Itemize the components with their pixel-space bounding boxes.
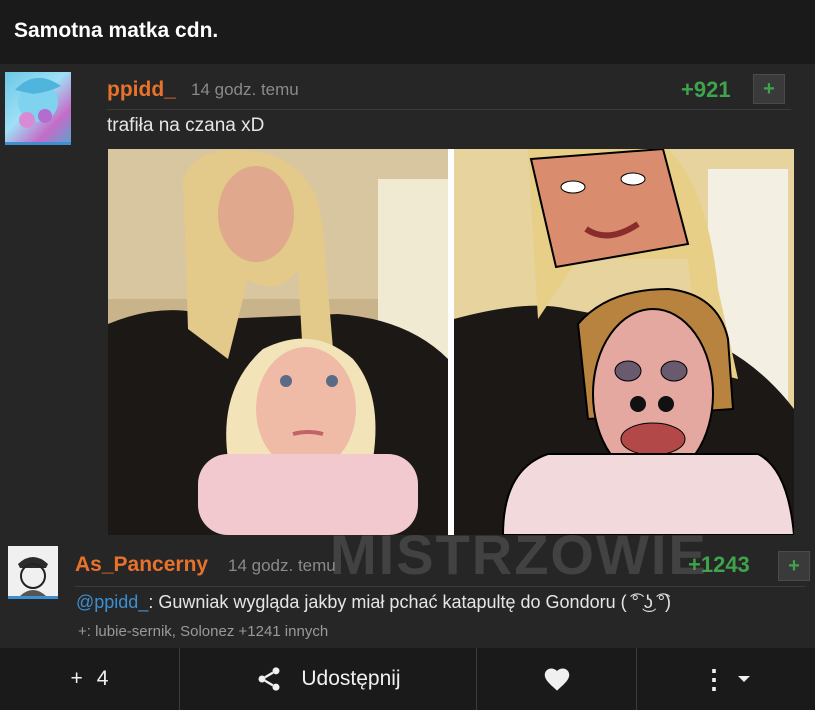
share-icon <box>258 667 280 691</box>
divider <box>107 109 791 110</box>
photo-drawing <box>454 149 794 535</box>
heart-icon <box>544 668 569 691</box>
comment-score: +1243 <box>688 552 750 577</box>
title-bar: Samotna matka cdn. <box>0 0 815 64</box>
voters-list[interactable]: +: lubie-sernik, Solonez +1241 innych <box>78 623 328 640</box>
avatar-image <box>18 557 48 596</box>
page-title: Samotna matka cdn. <box>14 19 219 42</box>
avatar[interactable] <box>5 72 71 145</box>
bottom-action-bar: + 4 Udostępnij ⋮ <box>0 648 815 710</box>
comment-author[interactable]: As_Pancerny <box>75 553 208 577</box>
upvote-button[interactable]: + <box>778 551 810 581</box>
comparison-image <box>108 149 794 535</box>
plus-icon: + <box>70 667 83 690</box>
plus-button[interactable]: + 4 <box>0 648 180 710</box>
favorite-button[interactable] <box>477 648 637 710</box>
more-icon: ⋮ <box>701 663 727 694</box>
comment-text: @ppidd_: Guwniak wygląda jakby miał pcha… <box>76 592 671 613</box>
avatar[interactable] <box>8 546 58 599</box>
comment-author[interactable]: ppidd_ <box>107 78 176 102</box>
comment-timestamp: 14 godz. temu <box>191 80 299 99</box>
plus-count: 4 <box>96 667 109 690</box>
comment-image[interactable] <box>108 149 794 535</box>
share-label: Udostępnij <box>301 667 401 690</box>
chevron-down-icon <box>738 676 750 682</box>
upvote-button[interactable]: + <box>753 74 785 104</box>
mention-link[interactable]: @ppidd_ <box>76 592 148 612</box>
photo-original <box>108 149 448 535</box>
comment-text: trafiła na czana xD <box>107 115 265 136</box>
more-menu-button[interactable]: ⋮ <box>637 648 815 710</box>
share-button[interactable]: Udostępnij <box>180 648 477 710</box>
comment-timestamp: 14 godz. temu <box>228 556 336 575</box>
comment-score: +921 <box>681 77 731 102</box>
avatar-image <box>15 77 61 128</box>
watermark: MISTRZOWIE <box>330 523 708 586</box>
comment-body: : Guwniak wygląda jakby miał pchać katap… <box>148 592 671 612</box>
divider <box>75 586 805 587</box>
